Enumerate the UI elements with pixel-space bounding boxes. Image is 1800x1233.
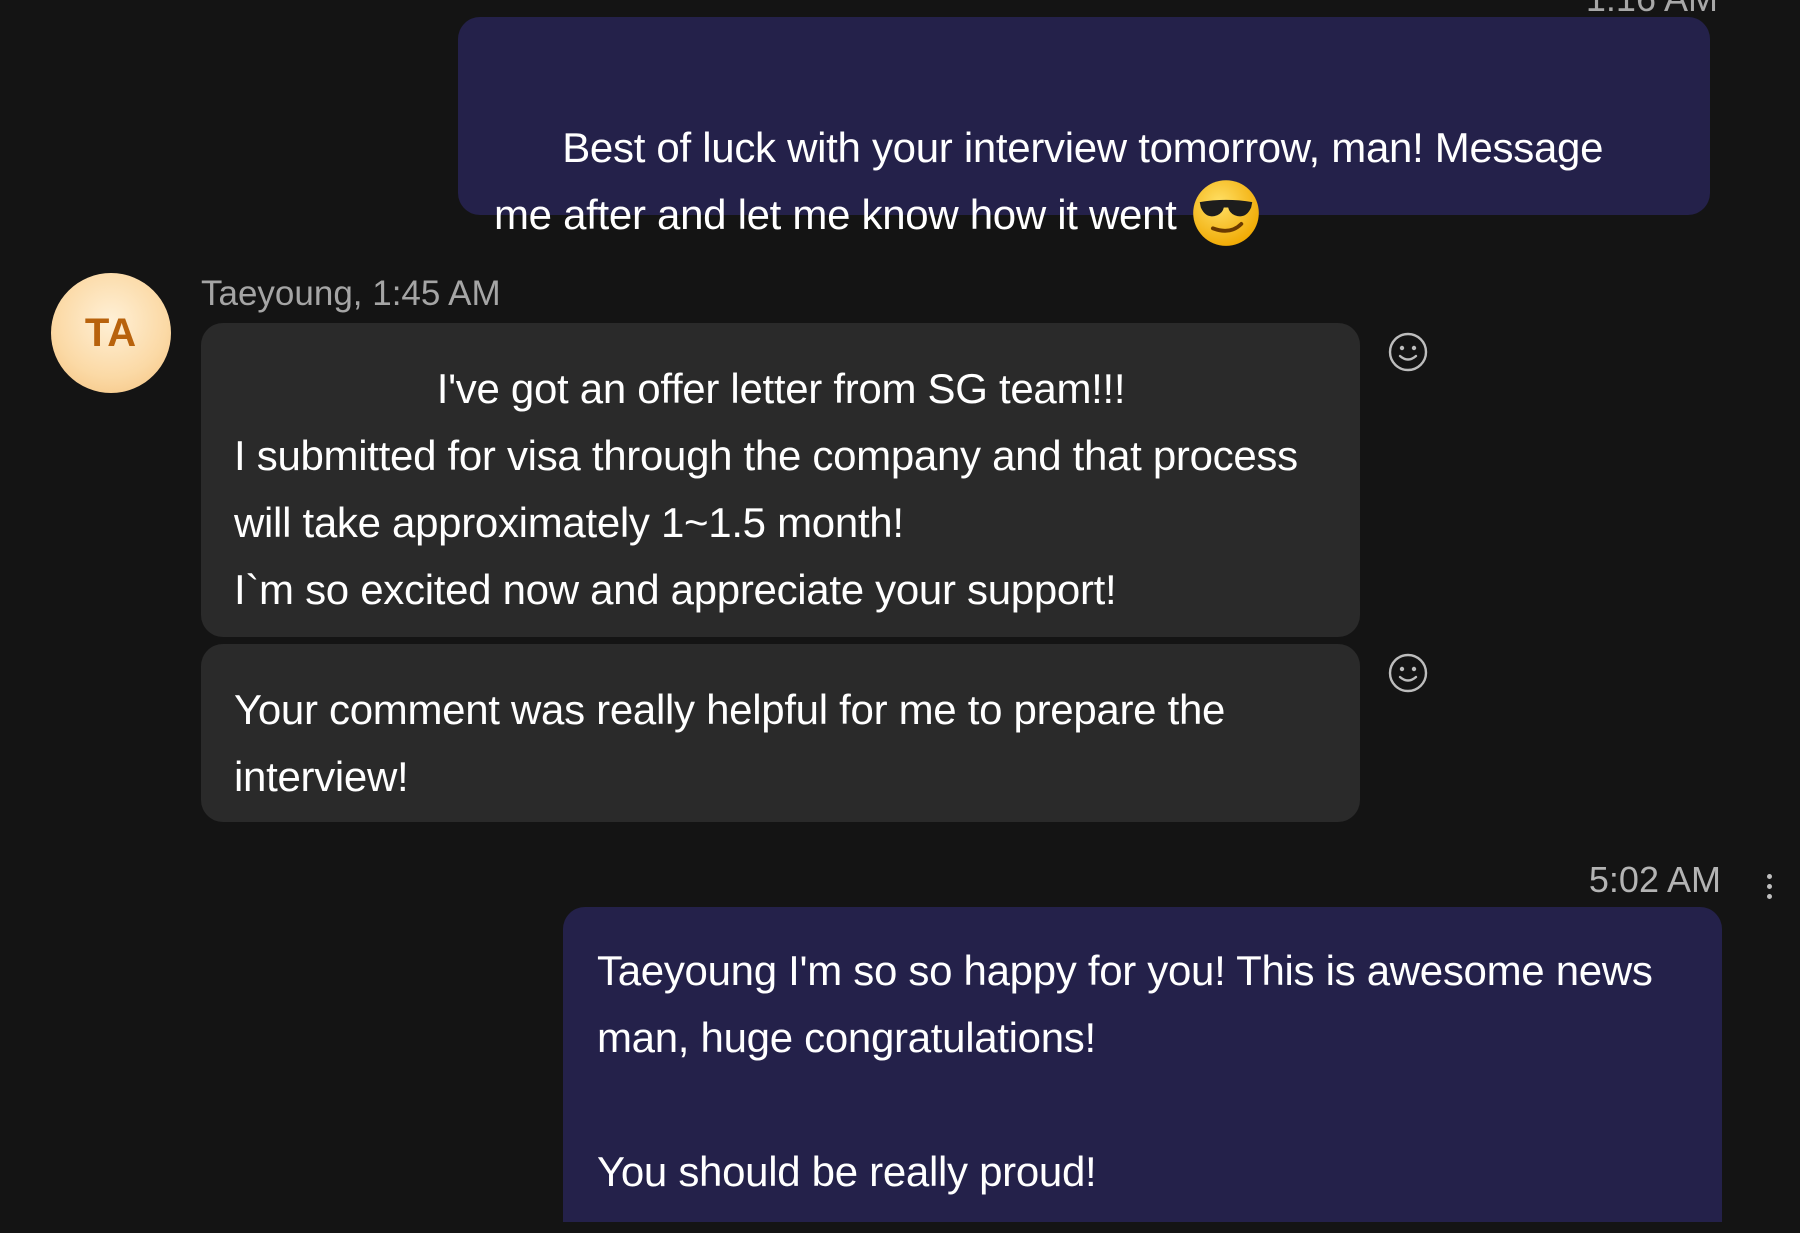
more-options-icon[interactable]: [1764, 874, 1774, 906]
message-timestamp: 5:02 AM: [1588, 859, 1721, 900]
sent-message-bubble[interactable]: Best of luck with your interview tomorro…: [458, 17, 1710, 246]
received-message-bubble[interactable]: Your comment was really helpful for me t…: [201, 644, 1360, 822]
message-line: I've got an offer letter from SG team!!!: [436, 365, 1126, 412]
received-message-bubble[interactable]: I've got an offer letter from SG team!!!…: [201, 323, 1360, 637]
message-line: I submitted for visa through the company…: [234, 432, 1310, 546]
message-line: [597, 1071, 1686, 1138]
sender-name-timestamp: Taeyoung, 1:45 AM: [201, 274, 501, 313]
smiley-reaction-icon[interactable]: [1388, 332, 1428, 372]
avatar[interactable]: TA: [51, 273, 171, 393]
smiley-reaction-icon[interactable]: [1388, 653, 1428, 693]
sunglasses-emoji-icon: [1192, 180, 1259, 246]
message-text: Best of luck with your interview tomorro…: [494, 124, 1615, 238]
message-line: Taeyoung I'm so so happy for you! This i…: [597, 947, 1664, 1061]
message-line: You should be really proud!: [597, 1148, 1097, 1195]
sent-message-bubble[interactable]: Taeyoung I'm so so happy for you! This i…: [563, 907, 1722, 1222]
message-text: Your comment was really helpful for me t…: [234, 686, 1237, 800]
message-line: I`m so excited now and appreciate your s…: [234, 566, 1117, 613]
chat-thread: 1:16 AM Best of luck with your interview…: [0, 0, 1800, 1233]
